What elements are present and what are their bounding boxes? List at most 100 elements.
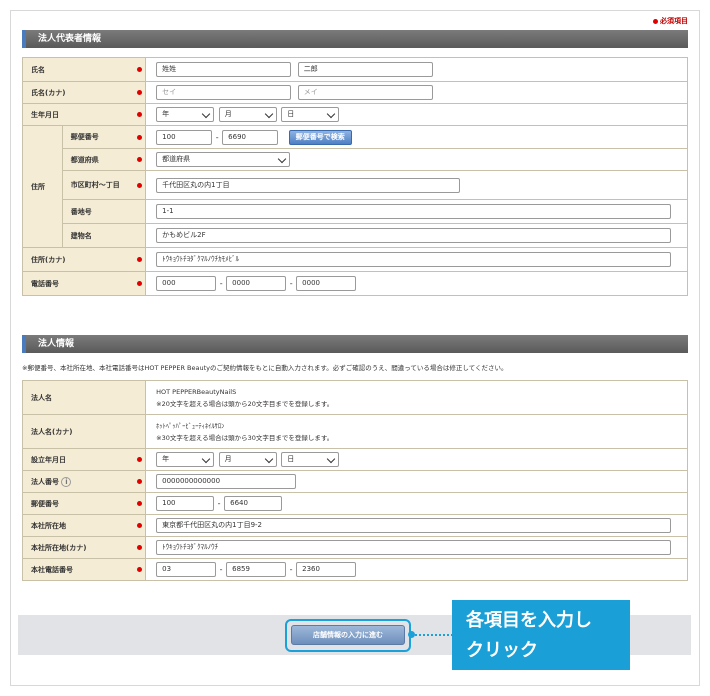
callout-line1: 各項目を入力し xyxy=(466,610,592,631)
section-header-representative: 法人代表者情報 xyxy=(22,30,688,48)
required-dot-icon xyxy=(136,545,142,550)
chevron-down-icon xyxy=(264,454,273,464)
label-hq-phone: 本社電話番号 xyxy=(21,558,134,581)
info-icon[interactable]: i xyxy=(61,476,72,487)
label-hq-kana: 本社所在地(カナ) xyxy=(21,536,134,559)
required-dot-icon xyxy=(136,134,142,140)
required-note: 必須項目 xyxy=(653,16,688,26)
zip2-input[interactable]: 6690 xyxy=(222,129,279,145)
required-dot-icon xyxy=(136,67,142,72)
required-dot-icon xyxy=(136,501,142,506)
hq-kana-input[interactable]: ﾄｳｷｮｳﾄﾁﾖﾀﾞｸﾏﾙﾉｳﾁ xyxy=(156,540,672,555)
addr-kana-input[interactable]: ﾄｳｷｮｳﾄﾁﾖﾀﾞｸﾏﾙﾉｳﾁｶﾓﾒﾋﾞﾙ xyxy=(156,252,672,267)
required-dot-icon xyxy=(136,281,142,286)
est-year-select[interactable]: 年 xyxy=(156,452,215,467)
row-addr-kana: 住所(カナ) ﾄｳｷｮｳﾄﾁﾖﾀﾞｸﾏﾙﾉｳﾁｶﾓﾒﾋﾞﾙ xyxy=(21,247,688,272)
corp-zip1-input[interactable]: 100 xyxy=(156,496,215,511)
row-hq: 本社所在地 東京都千代田区丸の内1丁目9-2 xyxy=(21,514,688,537)
row-name: 氏名 姓姓 二郎 xyxy=(21,57,688,82)
row-est: 設立年月日 年 月 日 xyxy=(21,448,688,471)
name-first-input[interactable]: 二郎 xyxy=(297,62,433,77)
kana-first-input[interactable]: メイ xyxy=(297,85,433,100)
row-corp-name: 法人名 HOT PEPPERBeautyNailS ※20文字を超える場合は頭か… xyxy=(21,380,688,415)
label-address-group: 住所 xyxy=(22,125,63,248)
row-phone: 電話番号 000-0000-0000 xyxy=(21,271,688,296)
chevron-down-icon xyxy=(201,109,211,119)
chevron-down-icon xyxy=(327,109,336,119)
callout-connector xyxy=(411,634,453,636)
row-city: 市区町村〜丁目 千代田区丸の内1丁目 xyxy=(23,170,688,200)
phone3-input[interactable]: 0000 xyxy=(296,276,357,291)
label-corp-name: 法人名 xyxy=(21,380,134,415)
phone1-input[interactable]: 000 xyxy=(156,276,217,291)
row-zip: 住所 郵便番号 100-6690 郵便番号で検索 xyxy=(22,125,688,248)
required-dot-icon xyxy=(653,18,658,24)
birth-month-select[interactable]: 月 xyxy=(218,107,277,122)
row-pref: 都道府県 都道府県 xyxy=(23,148,688,171)
instruction-callout: 各項目を入力し クリック xyxy=(452,600,630,670)
corp-kana-note: ※30文字を超える場合は頭から30文字目までを登録します。 xyxy=(156,433,334,442)
required-dot-icon xyxy=(136,112,142,117)
row-building: 建物名 かもめビル2F xyxy=(23,223,688,248)
callout-dot xyxy=(408,631,415,638)
row-hq-phone: 本社電話番号 03-6859-2360 xyxy=(21,558,688,581)
corp-zip2-input[interactable]: 6640 xyxy=(224,496,283,511)
row-hq-kana: 本社所在地(カナ) ﾄｳｷｮｳﾄﾁﾖﾀﾞｸﾏﾙﾉｳﾁ xyxy=(21,536,688,559)
kana-last-input[interactable]: セイ xyxy=(156,85,292,100)
birth-year-select[interactable]: 年 xyxy=(156,107,215,122)
callout-line2: クリック xyxy=(466,640,538,661)
required-dot-icon xyxy=(136,90,142,95)
required-dot-icon xyxy=(136,523,142,528)
chevron-down-icon xyxy=(277,154,287,164)
pref-select[interactable]: 都道府県 xyxy=(156,152,291,167)
label-building: 建物名 xyxy=(61,223,134,248)
zip1-input[interactable]: 100 xyxy=(156,129,213,145)
est-month-select[interactable]: 月 xyxy=(218,452,277,467)
required-dot-icon xyxy=(136,479,142,484)
label-city: 市区町村〜丁目 xyxy=(61,170,134,200)
building-input[interactable]: かもめビル2F xyxy=(156,228,672,243)
label-zip: 郵便番号 xyxy=(61,125,134,149)
chevron-down-icon xyxy=(201,454,211,464)
corporate-table: 法人名 HOT PEPPERBeautyNailS ※20文字を超える場合は頭か… xyxy=(21,380,688,581)
hq-phone1-input[interactable]: 03 xyxy=(156,562,217,577)
row-street: 番地号 1-1 xyxy=(23,199,688,224)
label-name: 氏名 xyxy=(21,57,134,82)
required-dot-icon xyxy=(136,567,142,572)
representative-table: 氏名 姓姓 二郎 氏名(カナ) セイ メイ 生年月日 年 月 日 住所 郵便番号… xyxy=(21,57,688,296)
corp-name-note: ※20文字を超える場合は頭から20文字目までを登録します。 xyxy=(156,399,334,408)
corp-name-value: HOT PEPPERBeautyNailS xyxy=(156,387,237,396)
phone2-input[interactable]: 0000 xyxy=(226,276,287,291)
label-corp-kana: 法人名(カナ) xyxy=(21,414,134,449)
est-day-select[interactable]: 日 xyxy=(281,452,340,467)
label-pref: 都道府県 xyxy=(61,148,134,171)
name-last-input[interactable]: 姓姓 xyxy=(156,62,292,77)
label-corp-zip: 郵便番号 xyxy=(21,492,134,515)
label-hq: 本社所在地 xyxy=(21,514,134,537)
required-dot-icon xyxy=(136,182,142,188)
label-birth: 生年月日 xyxy=(21,103,134,126)
chevron-down-icon xyxy=(264,109,273,119)
city-input[interactable]: 千代田区丸の内1丁目 xyxy=(156,177,461,193)
required-dot-icon xyxy=(136,157,142,162)
corp-num-input[interactable]: 0000000000000 xyxy=(156,474,297,489)
hq-phone2-input[interactable]: 6859 xyxy=(226,562,287,577)
row-corp-kana: 法人名(カナ) ﾎｯﾄﾍﾟｯﾊﾟｰﾋﾞｭｰﾃｨﾈｲﾙｻﾛﾝ ※30文字を超える場… xyxy=(21,414,688,449)
row-kana: 氏名(カナ) セイ メイ xyxy=(21,81,688,104)
auto-fill-notice: ※郵便番号、本社所在地、本社電話番号はHOT PEPPER Beautyのご契約… xyxy=(22,364,508,372)
label-addr-kana: 住所(カナ) xyxy=(21,247,134,272)
row-corp-num: 法人番号 i 0000000000000 xyxy=(21,470,688,493)
zip-search-button[interactable]: 郵便番号で検索 xyxy=(288,129,352,145)
hq-input[interactable]: 東京都千代田区丸の内1丁目9-2 xyxy=(156,518,672,533)
hq-phone3-input[interactable]: 2360 xyxy=(296,562,357,577)
label-street: 番地号 xyxy=(61,199,134,224)
label-phone: 電話番号 xyxy=(21,271,134,296)
proceed-to-store-info-button[interactable]: 店舗情報の入力に進む xyxy=(291,625,405,645)
birth-day-select[interactable]: 日 xyxy=(281,107,340,122)
street-input[interactable]: 1-1 xyxy=(156,204,672,219)
label-est: 設立年月日 xyxy=(21,448,134,471)
label-kana: 氏名(カナ) xyxy=(21,81,134,104)
corp-kana-value: ﾎｯﾄﾍﾟｯﾊﾟｰﾋﾞｭｰﾃｨﾈｲﾙｻﾛﾝ xyxy=(156,421,225,430)
chevron-down-icon xyxy=(326,454,336,464)
required-dot-icon xyxy=(136,257,142,262)
